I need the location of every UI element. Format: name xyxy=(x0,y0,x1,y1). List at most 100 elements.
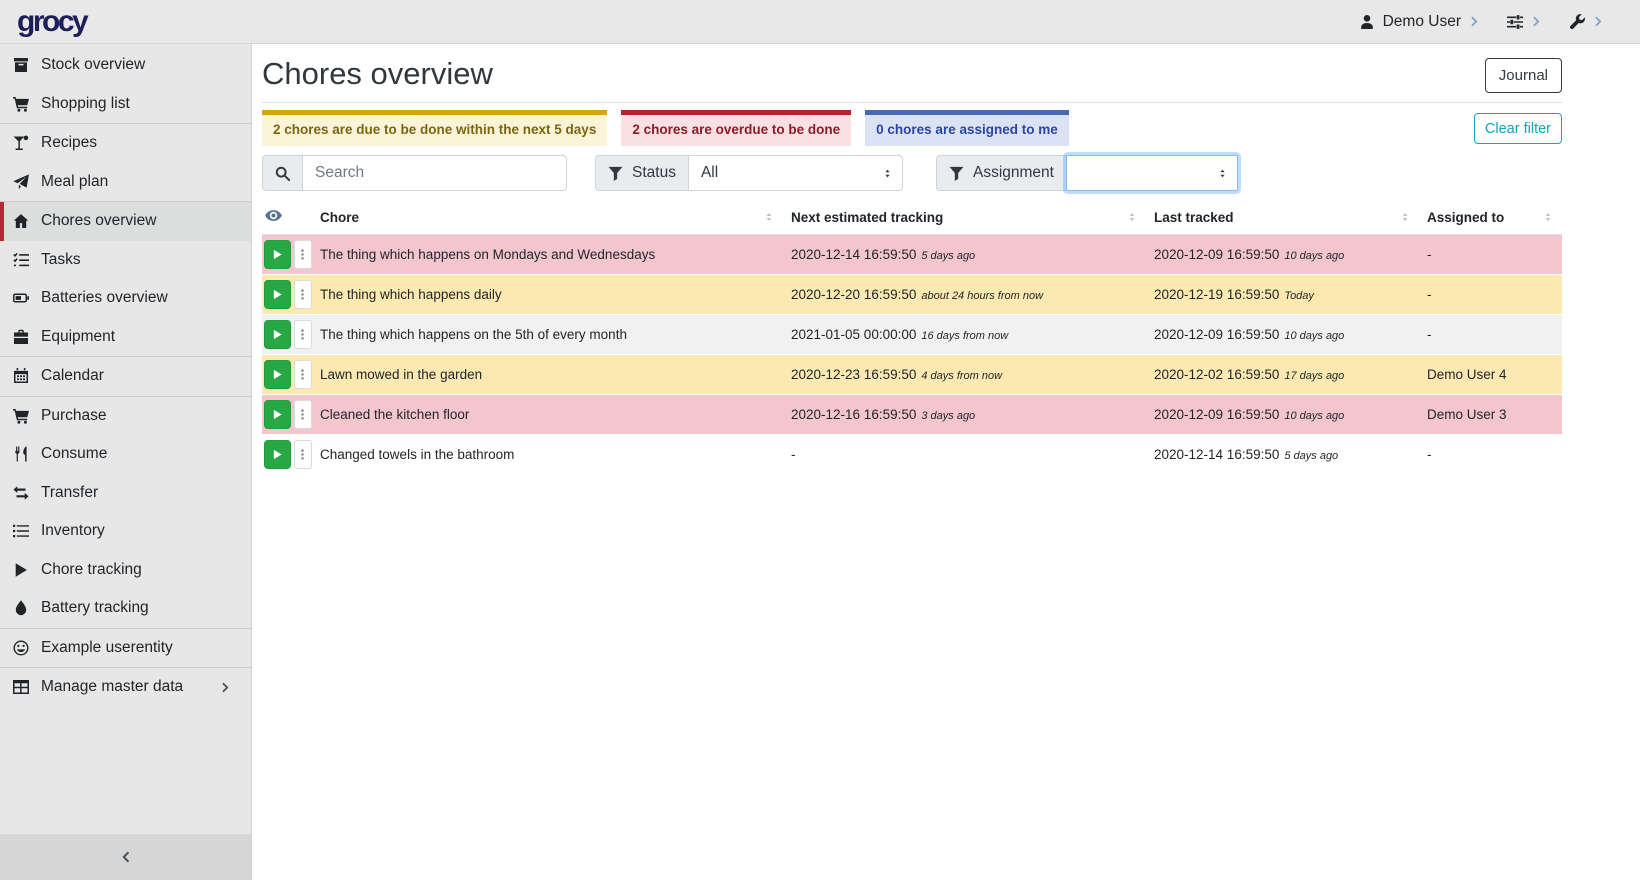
assignment-filter-select[interactable] xyxy=(1066,155,1238,191)
chore-context-menu-button[interactable] xyxy=(294,280,312,309)
column-header-label: Next estimated tracking xyxy=(791,210,943,225)
sort-icon[interactable] xyxy=(1399,211,1411,223)
chore-context-menu-button[interactable] xyxy=(294,360,312,389)
sidebar-item-label: Equipment xyxy=(41,328,115,346)
sidebar-collapse-button[interactable] xyxy=(0,834,251,880)
track-chore-execution-button[interactable] xyxy=(264,400,291,429)
sidebar-item-meal-plan[interactable]: Meal plan xyxy=(0,163,251,202)
actions-cell xyxy=(262,235,312,275)
sidebar-item-label: Battery tracking xyxy=(41,599,149,617)
sidebar-item-label: Transfer xyxy=(41,484,98,502)
sidebar-item-purchase[interactable]: Purchase xyxy=(0,397,251,436)
table-icon xyxy=(13,679,33,695)
assigned-to-cell: - xyxy=(1419,235,1562,275)
search-icon xyxy=(275,166,290,181)
filter-icon xyxy=(608,166,623,181)
user-menu-label: Demo User xyxy=(1383,13,1461,31)
play-icon xyxy=(272,449,283,460)
relative-time: 4 days from now xyxy=(921,370,1002,382)
column-header-label: Assigned to xyxy=(1427,210,1504,225)
filters-row: Status All Assignment xyxy=(262,155,1562,191)
sidebar-item-tasks[interactable]: Tasks xyxy=(0,241,251,280)
sidebar-item-example-userentity[interactable]: Example userentity xyxy=(0,629,251,668)
eye-icon xyxy=(265,207,282,224)
sidebar-item-chore-tracking[interactable]: Chore tracking xyxy=(0,551,251,590)
column-header-last-tracked[interactable]: Last tracked xyxy=(1146,200,1419,235)
search-input[interactable] xyxy=(302,155,567,191)
search-group xyxy=(262,155,567,191)
chevron-right-icon xyxy=(1593,16,1604,27)
status-filter-prepend: Status xyxy=(595,155,688,191)
clear-filter-button[interactable]: Clear filter xyxy=(1474,113,1562,144)
chore-row: Lawn mowed in the garden2020-12-23 16:59… xyxy=(262,355,1562,395)
admin-menu[interactable] xyxy=(1569,14,1604,30)
calendar-icon xyxy=(13,368,33,384)
track-chore-execution-button[interactable] xyxy=(264,280,291,309)
sidebar-item-shopping-list[interactable]: Shopping list xyxy=(0,85,251,124)
dots-vertical-icon xyxy=(296,448,309,461)
droplet-icon xyxy=(13,600,33,616)
assigned-to-cell: - xyxy=(1419,315,1562,355)
chores-table-body: The thing which happens on Mondays and W… xyxy=(262,235,1562,475)
column-header-chore[interactable]: Chore xyxy=(312,200,783,235)
sidebar-item-label: Chore tracking xyxy=(41,561,142,579)
table-header-row: Chore Next estimated tracking Last tracked… xyxy=(262,200,1562,235)
sidebar-item-inventory[interactable]: Inventory xyxy=(0,512,251,551)
sidebar-item-consume[interactable]: Consume xyxy=(0,435,251,474)
track-chore-execution-button[interactable] xyxy=(264,320,291,349)
assigned-to-cell: Demo User 4 xyxy=(1419,355,1562,395)
track-chore-execution-button[interactable] xyxy=(264,240,291,269)
chore-context-menu-button[interactable] xyxy=(294,440,312,469)
status-banners-row: 2 chores are due to be done within the n… xyxy=(262,110,1562,146)
track-chore-execution-button[interactable] xyxy=(264,440,291,469)
relative-time: about 24 hours from now xyxy=(921,290,1043,302)
sidebar-item-stock-overview[interactable]: Stock overview xyxy=(0,46,251,85)
app-logo[interactable]: grocy xyxy=(17,5,86,38)
sidebar-item-battery-tracking[interactable]: Battery tracking xyxy=(0,589,251,628)
sidebar-item-label: Inventory xyxy=(41,522,105,540)
sort-icon[interactable] xyxy=(1126,211,1138,223)
sidebar-item-recipes[interactable]: Recipes xyxy=(0,124,251,163)
user-menu[interactable]: Demo User xyxy=(1359,13,1480,31)
sort-icon[interactable] xyxy=(763,211,775,223)
sidebar-item-chores-overview[interactable]: Chores overview xyxy=(0,202,251,241)
column-header-assigned-to[interactable]: Assigned to xyxy=(1419,200,1562,235)
chevron-right-icon xyxy=(1531,16,1542,27)
column-header-next-estimated-tracking[interactable]: Next estimated tracking xyxy=(783,200,1146,235)
chevron-left-icon xyxy=(120,851,132,863)
assignment-filter-label: Assignment xyxy=(973,164,1054,182)
sidebar-item-transfer[interactable]: Transfer xyxy=(0,474,251,513)
chore-context-menu-button[interactable] xyxy=(294,400,312,429)
top-menus: Demo User xyxy=(1359,13,1640,31)
status-banners: 2 chores are due to be done within the n… xyxy=(262,110,1069,146)
track-chore-execution-button[interactable] xyxy=(264,360,291,389)
page-head: Chores overview Journal xyxy=(262,56,1562,93)
status-filter-value: All xyxy=(701,164,718,182)
paper-plane-icon xyxy=(13,174,33,190)
next-estimated-tracking-cell: - xyxy=(783,435,1146,475)
chore-context-menu-button[interactable] xyxy=(294,320,312,349)
relative-time: 10 days ago xyxy=(1284,330,1344,342)
main-content: Chores overview Journal 2 chores are due… xyxy=(253,0,1640,474)
status-filter-select[interactable]: All xyxy=(688,155,903,191)
status-banner-warning[interactable]: 2 chores are due to be done within the n… xyxy=(262,110,607,146)
actions-cell xyxy=(262,275,312,315)
chore-row: The thing which happens on Mondays and W… xyxy=(262,235,1562,275)
box-icon xyxy=(13,57,33,73)
column-visibility-header[interactable] xyxy=(262,200,312,235)
sidebar-item-equipment[interactable]: Equipment xyxy=(0,318,251,357)
settings-menu[interactable] xyxy=(1507,14,1542,30)
status-banner-danger[interactable]: 2 chores are overdue to be done xyxy=(621,110,851,146)
cocktail-icon xyxy=(13,135,33,151)
sidebar-item-calendar[interactable]: Calendar xyxy=(0,357,251,396)
sidebar-item-label: Recipes xyxy=(41,134,97,152)
journal-button[interactable]: Journal xyxy=(1485,58,1562,93)
relative-time: Today xyxy=(1284,290,1314,302)
status-banner-info[interactable]: 0 chores are assigned to me xyxy=(865,110,1069,146)
sidebar-nav: Stock overviewShopping list Recipes Meal p… xyxy=(0,44,251,834)
sidebar-item-manage-master-data[interactable]: Manage master data xyxy=(0,668,251,707)
chore-context-menu-button[interactable] xyxy=(294,240,312,269)
sidebar-item-batteries-overview[interactable]: Batteries overview xyxy=(0,279,251,318)
chore-name-cell: Cleaned the kitchen floor xyxy=(312,395,783,435)
sort-icon[interactable] xyxy=(1542,211,1554,223)
